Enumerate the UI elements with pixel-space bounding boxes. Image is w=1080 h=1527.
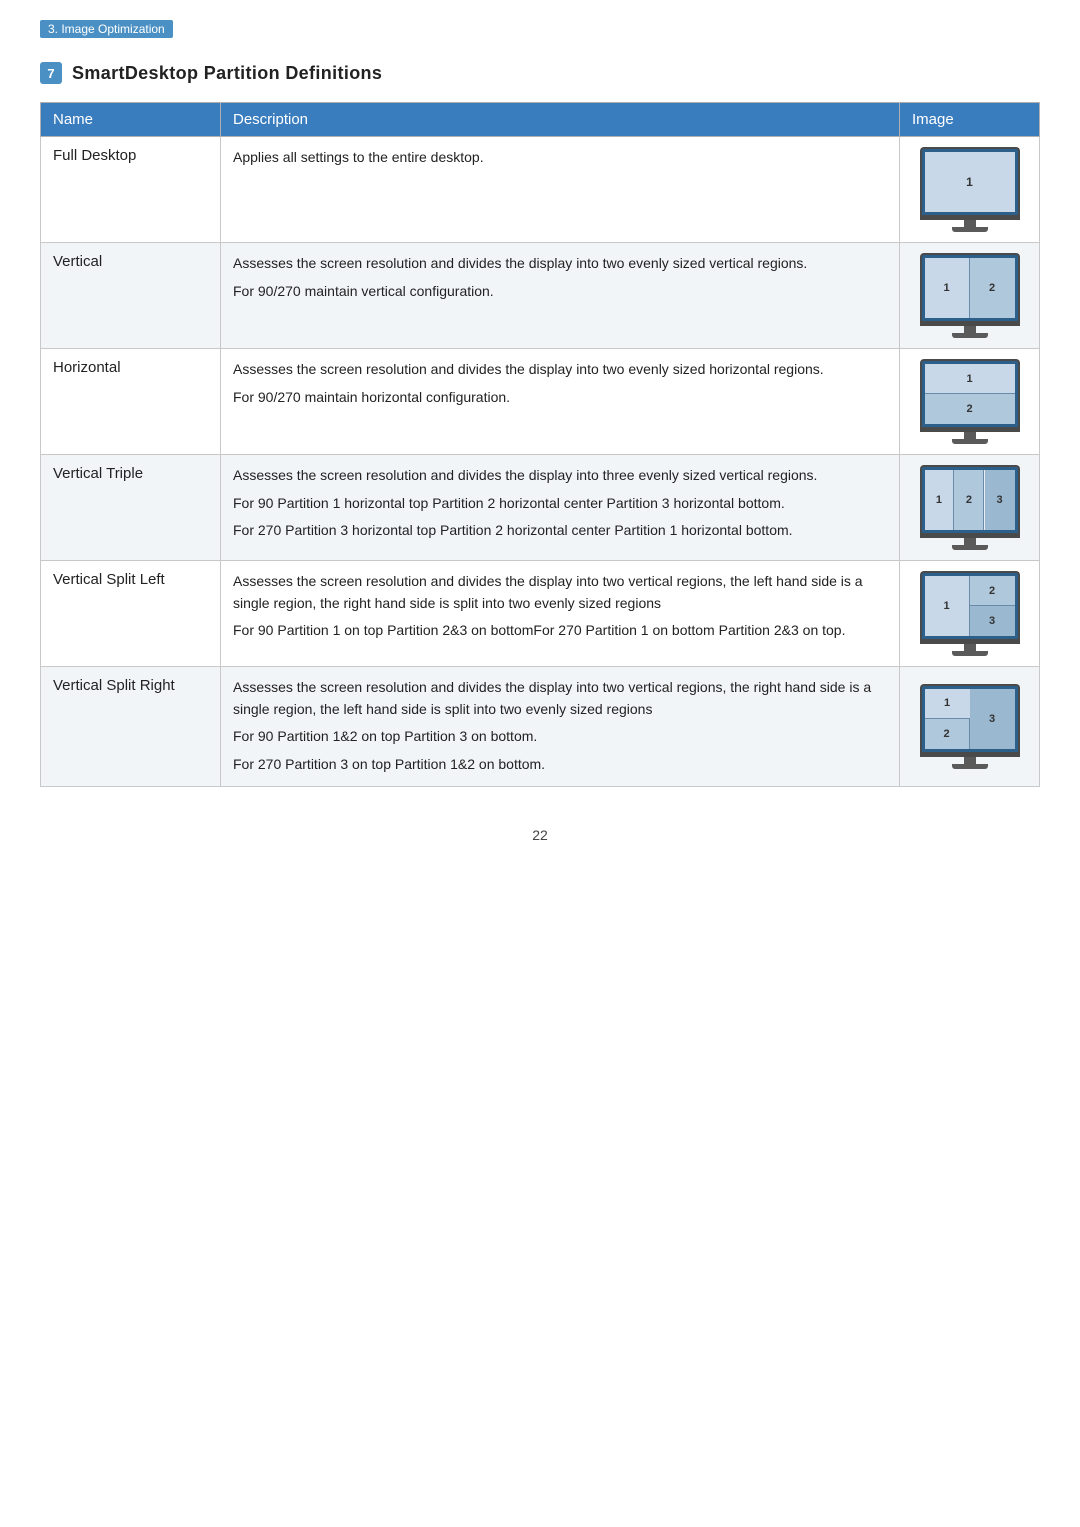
table-row-description: Assesses the screen resolution and divid… [221,667,900,787]
monitor-illustration: 12 [920,359,1020,444]
col-header-image: Image [900,103,1040,137]
monitor-illustration: 1 [920,147,1020,232]
table-row-image: 123 [900,667,1040,787]
table-row-image: 123 [900,455,1040,561]
table-row-name: Vertical Triple [41,455,221,561]
table-row-description: Applies all settings to the entire deskt… [221,137,900,243]
table-row-image: 1 [900,137,1040,243]
table-row-image: 123 [900,561,1040,667]
monitor-illustration: 123 [920,465,1020,550]
col-header-description: Description [221,103,900,137]
monitor-illustration: 123 [920,571,1020,656]
table-row-image: 12 [900,243,1040,349]
page-number: 22 [40,827,1040,843]
table-row-name: Vertical Split Right [41,667,221,787]
table-row-description: Assesses the screen resolution and divid… [221,243,900,349]
section-title: SmartDesktop Partition Definitions [72,63,382,84]
table-row-name: Vertical Split Left [41,561,221,667]
table-row-name: Horizontal [41,349,221,455]
table-row-name: Full Desktop [41,137,221,243]
monitor-illustration: 123 [920,684,1020,769]
table-row-description: Assesses the screen resolution and divid… [221,455,900,561]
table-row-description: Assesses the screen resolution and divid… [221,561,900,667]
section-number-badge: 7 [40,62,62,84]
table-row-name: Vertical [41,243,221,349]
breadcrumb: 3. Image Optimization [40,20,173,38]
monitor-illustration: 12 [920,253,1020,338]
col-header-name: Name [41,103,221,137]
table-row-description: Assesses the screen resolution and divid… [221,349,900,455]
table-row-image: 12 [900,349,1040,455]
